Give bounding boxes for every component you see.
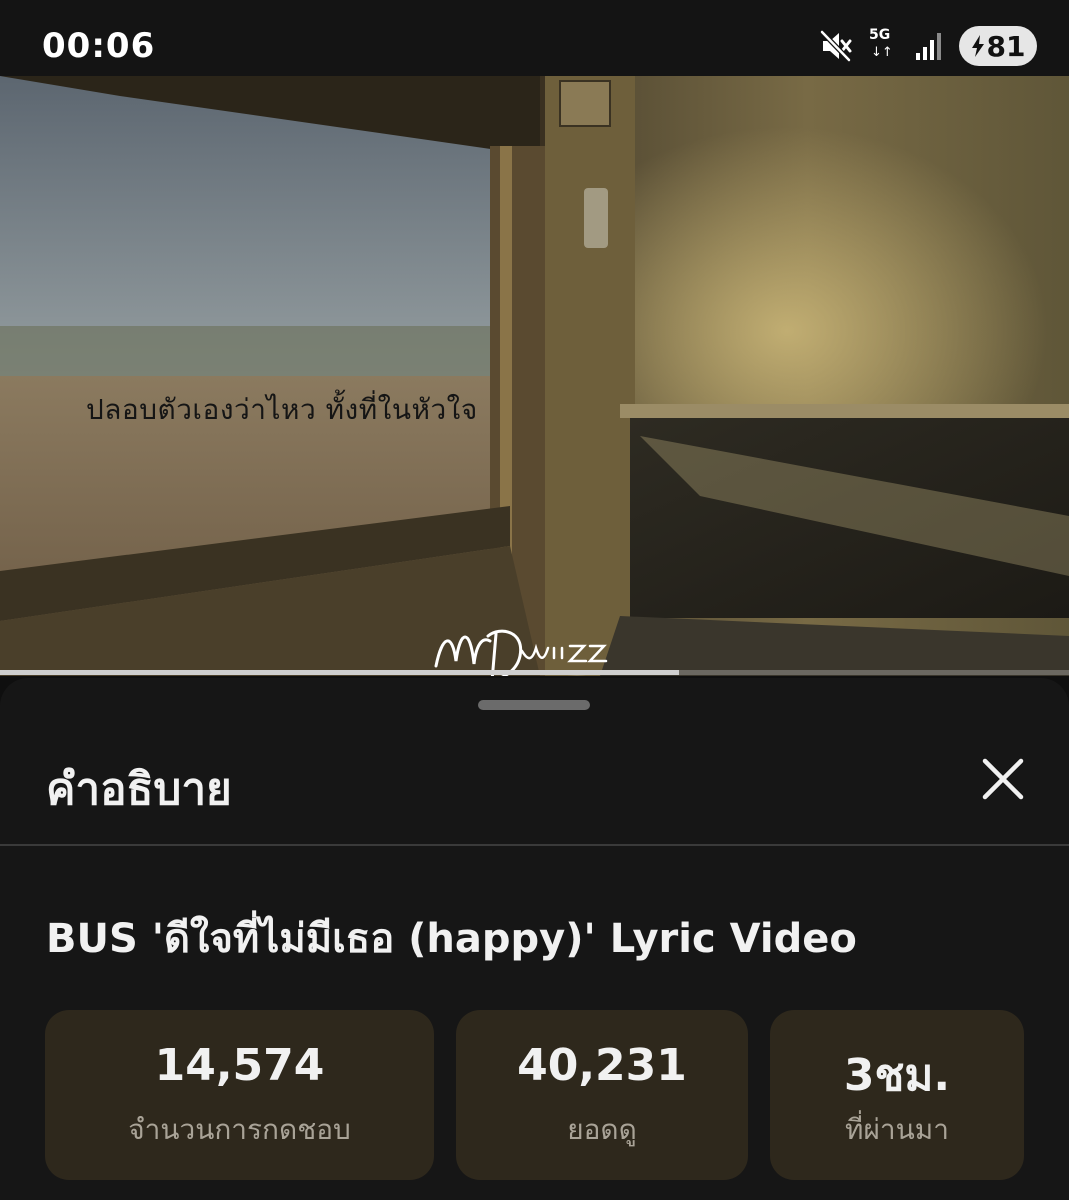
- mute-icon: [820, 30, 852, 62]
- video-progress-fill: [0, 670, 679, 675]
- description-sheet: คำอธิบาย BUS 'ดีใจที่ไม่มีเธอ (happy)' L…: [0, 678, 1069, 1200]
- network-label: 5G: [869, 27, 891, 43]
- stat-views: 40,231 ยอดดู: [456, 1010, 748, 1180]
- drag-handle[interactable]: [478, 700, 590, 710]
- sheet-title: คำอธิบาย: [46, 764, 232, 815]
- status-bar: 00:06 5G ↓↑ 81: [0, 0, 1069, 76]
- status-icons: 5G ↓↑ 81: [819, 26, 1037, 66]
- battery-indicator: 81: [959, 26, 1037, 66]
- battery-charging-icon: [971, 35, 984, 57]
- stat-label: จำนวนการกดชอบ: [128, 1113, 351, 1146]
- close-button[interactable]: [972, 748, 1034, 810]
- data-arrows-icon: ↓↑: [871, 45, 893, 60]
- status-time: 00:06: [42, 26, 156, 66]
- video-title: BUS 'ดีใจที่ไม่มีเธอ (happy)' Lyric Vide…: [46, 916, 857, 962]
- stat-value: 40,231: [517, 1040, 687, 1091]
- stat-value: 3ชม.: [843, 1050, 951, 1101]
- lyric-line: ปลอบตัวเองว่าไหว ทั้งที่ในหัวใจ: [86, 393, 478, 426]
- stat-likes: 14,574 จำนวนการกดชอบ: [45, 1010, 434, 1180]
- divider: [0, 844, 1069, 846]
- stat-value: 14,574: [154, 1040, 325, 1091]
- stat-label: ที่ผ่านมา: [845, 1113, 949, 1146]
- video-player[interactable]: ปลอบตัวเองว่าไหว ทั้งที่ในหัวใจ: [0, 76, 1069, 676]
- stat-time-ago: 3ชม. ที่ผ่านมา: [770, 1010, 1024, 1180]
- stat-label: ยอดดู: [567, 1113, 637, 1146]
- battery-level: 81: [986, 29, 1026, 63]
- video-progress-bar[interactable]: [0, 670, 1069, 675]
- network-5g-icon: 5G ↓↑: [869, 26, 899, 66]
- close-icon: [982, 758, 1024, 800]
- signal-icon: [916, 33, 941, 60]
- watermark-signature: [434, 629, 608, 676]
- video-frame: [0, 76, 1069, 676]
